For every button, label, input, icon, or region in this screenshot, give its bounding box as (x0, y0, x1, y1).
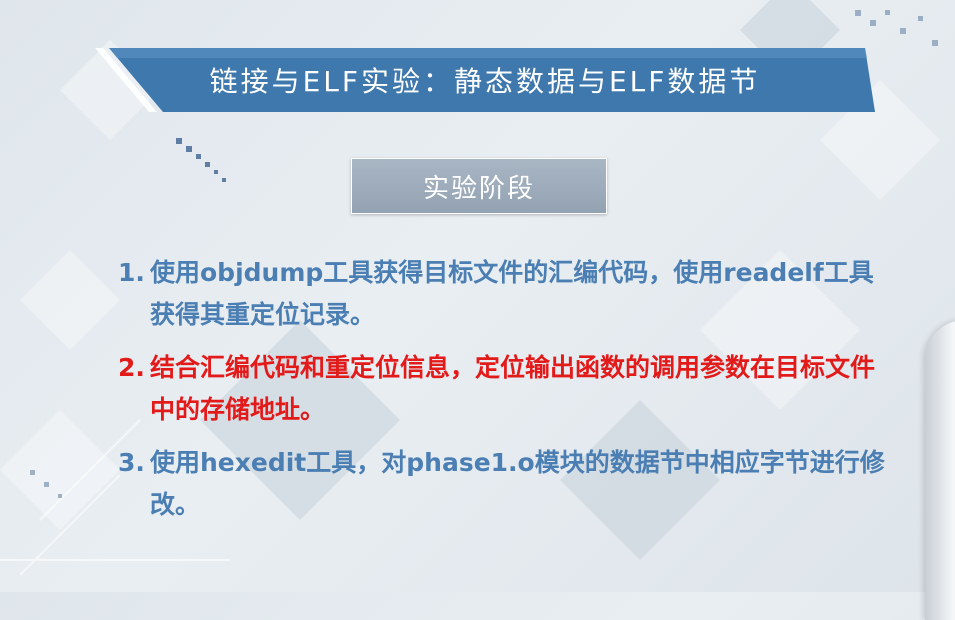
page-title: 链接与ELF实验：静态数据与ELF数据节 (209, 65, 761, 98)
list-item-step-3: 3. 使用hexedit工具，对phase1.o模块的数据节中相应字节进行修改。 (118, 442, 898, 526)
step-list: 1. 使用objdump工具获得目标文件的汇编代码，使用readelf工具获得其… (118, 252, 898, 537)
step-number: 1. (118, 258, 145, 287)
step-number: 3. (118, 448, 145, 477)
step-text: 使用hexedit工具，对phase1.o模块的数据节中相应字节进行修改。 (150, 448, 885, 519)
step-text: 结合汇编代码和重定位信息，定位输出函数的调用参数在目标文件中的存储地址。 (150, 353, 876, 424)
title-banner: 链接与ELF实验：静态数据与ELF数据节 (95, 48, 875, 112)
step-text: 使用objdump工具获得目标文件的汇编代码，使用readelf工具获得其重定位… (150, 258, 874, 329)
list-item-step-2: 2. 结合汇编代码和重定位信息，定位输出函数的调用参数在目标文件中的存储地址。 (118, 347, 898, 431)
step-number: 2. (118, 353, 145, 382)
stage-label: 实验阶段 (351, 158, 607, 214)
list-item-step-1: 1. 使用objdump工具获得目标文件的汇编代码，使用readelf工具获得其… (118, 252, 898, 336)
presenter-edge (925, 320, 955, 620)
